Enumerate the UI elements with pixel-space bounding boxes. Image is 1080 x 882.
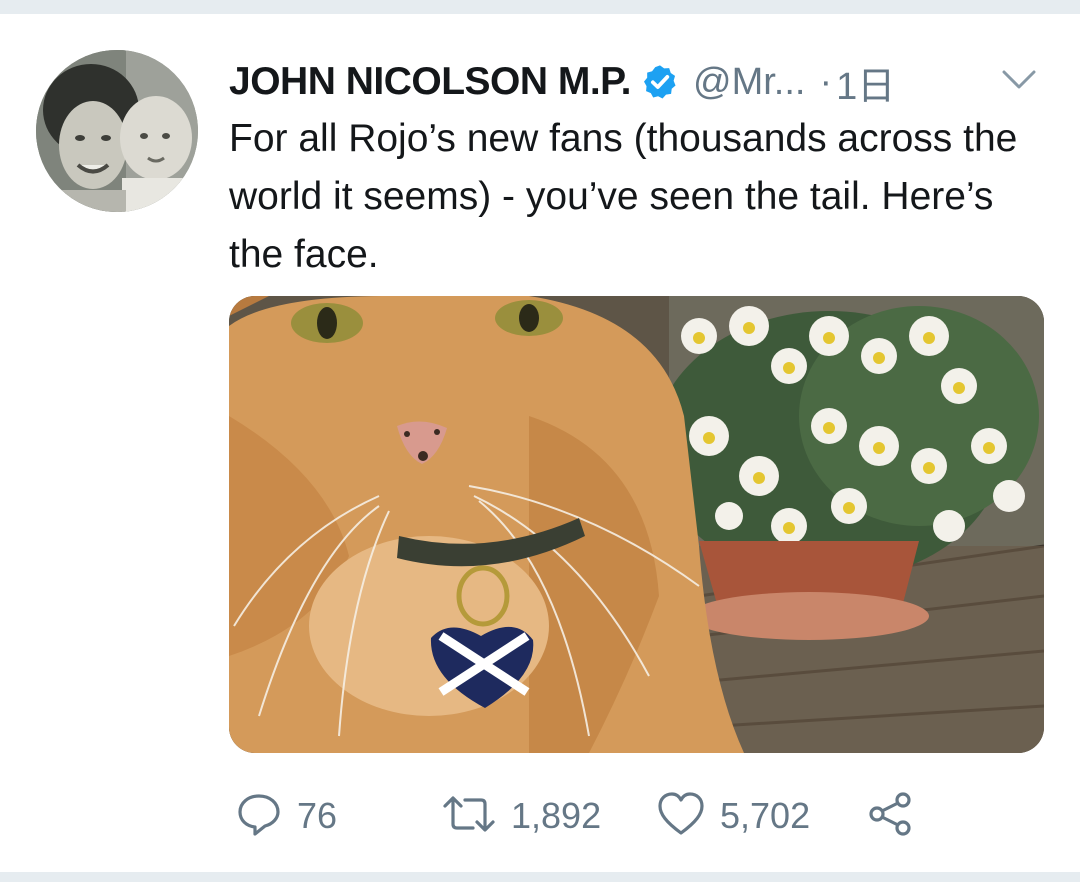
avatar[interactable]	[36, 50, 198, 212]
author-name[interactable]: JOHN NICOLSON M.P.	[229, 60, 632, 104]
top-divider	[0, 0, 1080, 14]
author-handle[interactable]: @Mr...	[693, 61, 805, 104]
retweet-action[interactable]: 1,892	[441, 786, 601, 846]
tweet-text: For all Rojo’s new fans (thousands acros…	[229, 117, 1018, 276]
separator-dot: ·	[819, 60, 833, 103]
reply-count: 76	[297, 795, 338, 836]
tweet-actions: 76 1,892 5,702	[229, 786, 1029, 846]
like-action[interactable]: 5,702	[656, 786, 810, 846]
heart-icon[interactable]	[656, 790, 706, 843]
retweet-count: 1,892	[511, 795, 602, 836]
tweet-header: JOHN NICOLSON M.P. @Mr... · 1日	[229, 56, 895, 108]
tweet-timestamp[interactable]: 1日	[836, 55, 895, 110]
chevron-down-icon[interactable]	[1001, 68, 1037, 92]
reply-action[interactable]: 76	[235, 786, 337, 846]
bottom-divider	[0, 872, 1080, 882]
reply-icon[interactable]	[235, 790, 283, 843]
like-count: 5,702	[720, 795, 811, 836]
share-action[interactable]	[865, 786, 915, 846]
tweet-photo[interactable]	[229, 296, 1044, 753]
share-icon[interactable]	[865, 790, 915, 843]
retweet-icon[interactable]	[441, 790, 497, 843]
verified-badge-icon	[641, 63, 679, 101]
tweet-card[interactable]: JOHN NICOLSON M.P. @Mr... · 1日 For all R…	[0, 14, 1080, 872]
